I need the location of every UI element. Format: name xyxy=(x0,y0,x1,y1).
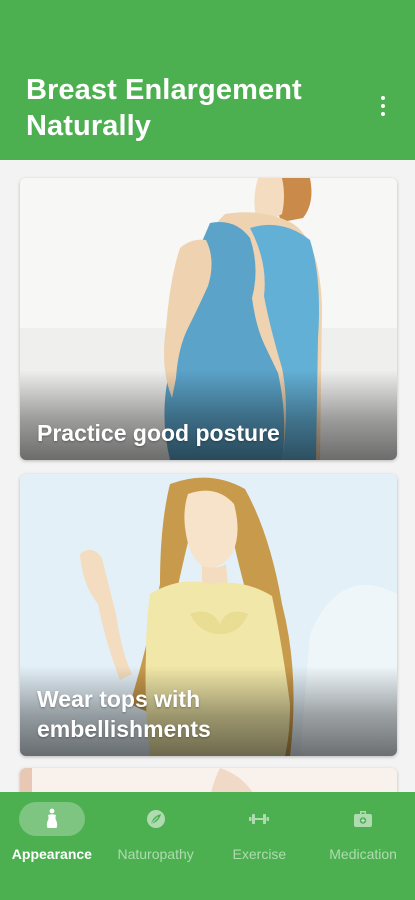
tip-card[interactable] xyxy=(20,768,397,792)
tip-card[interactable]: Wear tops with embellishments xyxy=(20,474,397,756)
tip-card[interactable]: Practice good posture xyxy=(20,178,397,460)
nav-icon-container xyxy=(123,802,189,836)
nav-label: Appearance xyxy=(11,846,92,862)
medkit-icon xyxy=(354,811,373,827)
app-bar: Breast Enlargement Naturally xyxy=(0,0,415,160)
tip-title: Wear tops with embellishments xyxy=(37,686,211,742)
figure-icon xyxy=(46,808,58,828)
nav-label: Exercise xyxy=(232,846,287,862)
menu-dot xyxy=(381,112,385,116)
nav-label: Medication xyxy=(329,846,397,862)
tips-list[interactable]: Practice good posture Wear tops with emb… xyxy=(0,160,415,792)
nav-label: Naturopathy xyxy=(117,846,194,862)
page-title: Breast Enlargement Naturally xyxy=(26,74,302,142)
tip-illustration xyxy=(20,768,397,792)
menu-dot xyxy=(381,96,385,100)
dumbbell-icon xyxy=(249,814,270,824)
menu-dot xyxy=(381,104,385,108)
active-indicator xyxy=(18,802,85,836)
nav-item-exercise[interactable]: Exercise xyxy=(208,802,312,900)
nav-item-appearance[interactable]: Appearance xyxy=(0,802,104,900)
tip-title: Practice good posture xyxy=(37,420,280,446)
more-options-button[interactable] xyxy=(373,94,393,118)
leaf-icon xyxy=(146,810,165,828)
nav-item-medication[interactable]: Medication xyxy=(311,802,415,900)
nav-icon-container xyxy=(226,802,292,836)
app-root: Breast Enlargement Naturally Practice go… xyxy=(0,0,415,900)
nav-item-naturopathy[interactable]: Naturopathy xyxy=(104,802,208,900)
bottom-navigation: Appearance Naturopathy Exercise Medicati… xyxy=(0,792,415,900)
nav-icon-container xyxy=(330,802,396,836)
